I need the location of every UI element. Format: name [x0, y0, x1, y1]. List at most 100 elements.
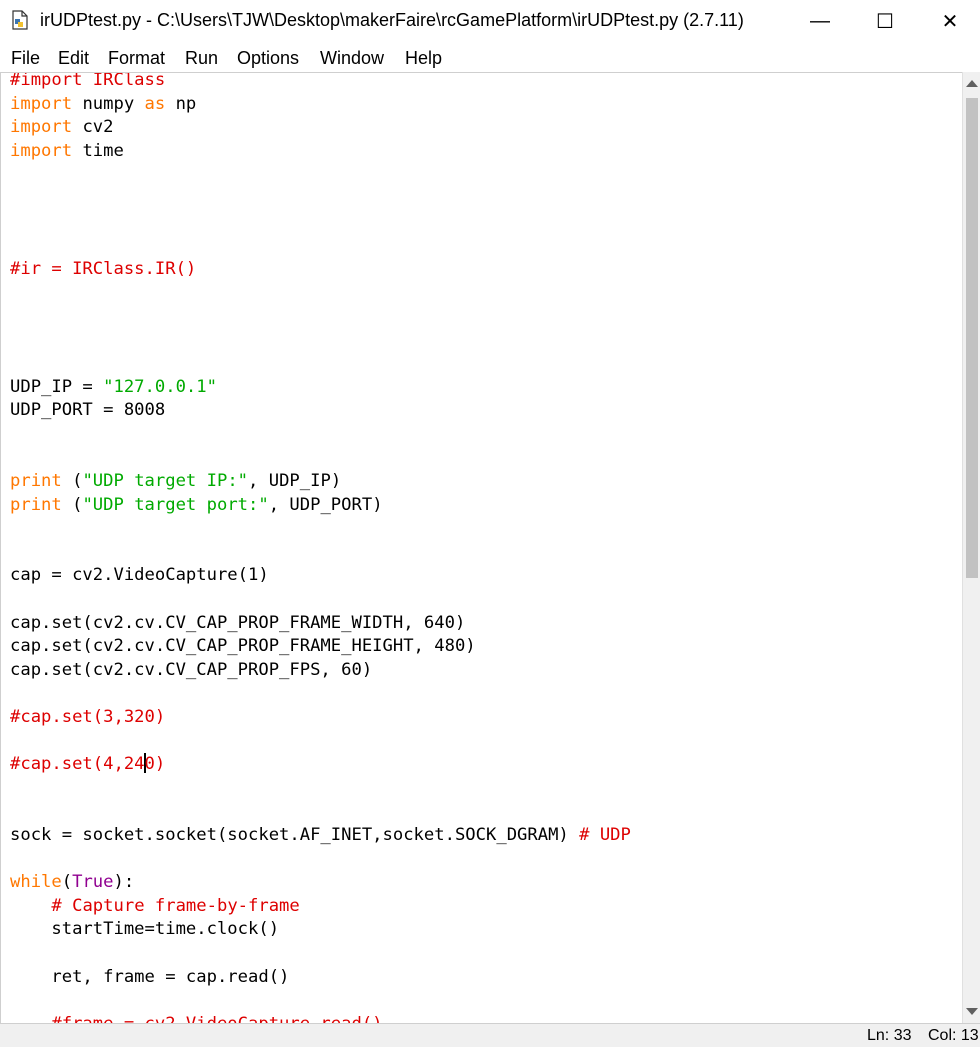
menu-options[interactable]: Options — [237, 48, 299, 69]
scroll-up-arrow-icon[interactable] — [966, 80, 978, 87]
code-token: "UDP target IP:" — [82, 471, 249, 492]
code-token: as — [144, 93, 166, 114]
status-column: Col: 13 — [928, 1027, 979, 1044]
code-token: cap = cv2.VideoCapture(1) — [10, 565, 269, 586]
code-token: ( — [61, 872, 73, 893]
code-line[interactable] — [10, 447, 631, 471]
scrollbar-thumb[interactable] — [966, 98, 978, 578]
code-line[interactable]: cap.set(cv2.cv.CV_CAP_PROP_FRAME_HEIGHT,… — [10, 635, 631, 659]
code-line[interactable] — [10, 777, 631, 801]
title-bar: irUDPtest.py - C:\Users\TJW\Desktop\make… — [0, 0, 980, 42]
code-line[interactable]: # Capture frame-by-frame — [10, 895, 631, 919]
code-token: #ir = IRClass.IR() — [10, 258, 197, 279]
code-line[interactable] — [10, 517, 631, 541]
code-token: np — [165, 93, 197, 114]
code-line[interactable]: print ("UDP target port:", UDP_PORT) — [10, 494, 631, 518]
close-icon: ✕ — [941, 10, 959, 33]
menu-help[interactable]: Help — [405, 48, 442, 69]
code-token: #cap.set(4,24 — [10, 754, 145, 775]
code-token: import — [10, 140, 73, 161]
menu-format[interactable]: Format — [108, 48, 165, 69]
scroll-down-arrow-icon[interactable] — [966, 1008, 978, 1015]
code-token: ( — [61, 494, 83, 515]
status-line: Ln: 33 — [867, 1027, 912, 1044]
code-line[interactable]: #cap.set(3,320) — [10, 706, 631, 730]
code-line[interactable]: ret, frame = cap.read() — [10, 966, 631, 990]
menu-file[interactable]: File — [11, 48, 40, 69]
code-line[interactable]: UDP_PORT = 8008 — [10, 399, 631, 423]
code-line[interactable] — [10, 541, 631, 565]
code-line[interactable]: UDP_IP = "127.0.0.1" — [10, 376, 631, 400]
code-token: "127.0.0.1" — [103, 376, 217, 397]
minimize-button[interactable]: — — [790, 0, 850, 42]
code-line[interactable] — [10, 281, 631, 305]
code-line[interactable]: #import IRClass — [10, 72, 631, 93]
code-token: cap.set(cv2.cv.CV_CAP_PROP_FRAME_HEIGHT,… — [10, 636, 476, 657]
code-token: UDP_PORT = 8008 — [10, 400, 166, 421]
code-line[interactable]: while(True): — [10, 871, 631, 895]
menu-window[interactable]: Window — [320, 48, 384, 69]
code-line[interactable]: cap.set(cv2.cv.CV_CAP_PROP_FPS, 60) — [10, 659, 631, 683]
code-line[interactable]: #ir = IRClass.IR() — [10, 258, 631, 282]
code-token: numpy — [72, 93, 145, 114]
code-line[interactable]: sock = socket.socket(socket.AF_INET,sock… — [10, 824, 631, 848]
code-token: while — [10, 872, 62, 893]
code-line[interactable]: import cv2 — [10, 116, 631, 140]
code-token: #import IRClass — [10, 72, 166, 90]
code-line[interactable] — [10, 989, 631, 1013]
code-token: # UDP — [579, 825, 631, 845]
code-token: UDP_IP = — [10, 376, 104, 397]
code-token: 0) — [144, 754, 166, 775]
menu-edit[interactable]: Edit — [58, 48, 89, 69]
code-line[interactable] — [10, 187, 631, 211]
code-line[interactable] — [10, 942, 631, 966]
status-bar: Ln: 33 Col: 13 — [0, 1023, 980, 1047]
code-token: , UDP_IP) — [248, 471, 342, 492]
code-line[interactable] — [10, 163, 631, 187]
code-token: cv2 — [72, 117, 114, 138]
close-button[interactable]: ✕ — [920, 0, 980, 42]
code-token: ret, frame = cap.read() — [10, 966, 290, 987]
maximize-icon: ☐ — [876, 10, 894, 33]
code-token: time — [72, 140, 124, 161]
code-line[interactable]: import time — [10, 140, 631, 164]
code-token: startTime=time.clock() — [10, 919, 280, 940]
code-token: import — [10, 117, 73, 138]
code-line[interactable]: #cap.set(4,240) — [10, 753, 631, 777]
maximize-button[interactable]: ☐ — [855, 0, 915, 42]
code-line[interactable] — [10, 234, 631, 258]
code-line[interactable] — [10, 211, 631, 235]
code-line[interactable]: import numpy as np — [10, 93, 631, 117]
code-token: sock = socket.socket(socket.AF_INET,sock… — [10, 825, 580, 845]
code-token: "UDP target port:" — [82, 494, 269, 515]
code-line[interactable] — [10, 329, 631, 353]
code-line[interactable]: cap.set(cv2.cv.CV_CAP_PROP_FRAME_WIDTH, … — [10, 612, 631, 636]
code-token: cap.set(cv2.cv.CV_CAP_PROP_FRAME_WIDTH, … — [10, 612, 466, 633]
menu-bar: File Edit Format Run Options Window Help — [0, 42, 980, 72]
code-line[interactable]: print ("UDP target IP:", UDP_IP) — [10, 470, 631, 494]
code-token: , UDP_PORT) — [268, 494, 383, 515]
code-line[interactable] — [10, 800, 631, 824]
code-editor[interactable]: #import IRClass import numpy as np import … — [0, 72, 963, 1024]
code-token: import — [10, 93, 73, 114]
code-line[interactable] — [10, 848, 631, 872]
code-token: ): — [113, 872, 135, 893]
code-line[interactable] — [10, 423, 631, 447]
code-text[interactable]: #import IRClass import numpy as np import … — [10, 72, 631, 1024]
menu-run[interactable]: Run — [185, 48, 218, 69]
code-line[interactable]: startTime=time.clock() — [10, 918, 631, 942]
code-token: True — [72, 872, 114, 893]
code-line[interactable]: cap = cv2.VideoCapture(1) — [10, 564, 631, 588]
vertical-scrollbar[interactable] — [962, 72, 980, 1023]
code-token: print — [10, 494, 62, 515]
python-file-icon — [12, 10, 28, 30]
code-line[interactable] — [10, 588, 631, 612]
code-line[interactable] — [10, 682, 631, 706]
code-token: cap.set(cv2.cv.CV_CAP_PROP_FPS, 60) — [10, 659, 373, 680]
code-line[interactable] — [10, 305, 631, 329]
code-line[interactable] — [10, 730, 631, 754]
code-line[interactable] — [10, 352, 631, 376]
code-token: # Capture frame-by-frame — [51, 895, 300, 916]
code-token: print — [10, 471, 62, 492]
